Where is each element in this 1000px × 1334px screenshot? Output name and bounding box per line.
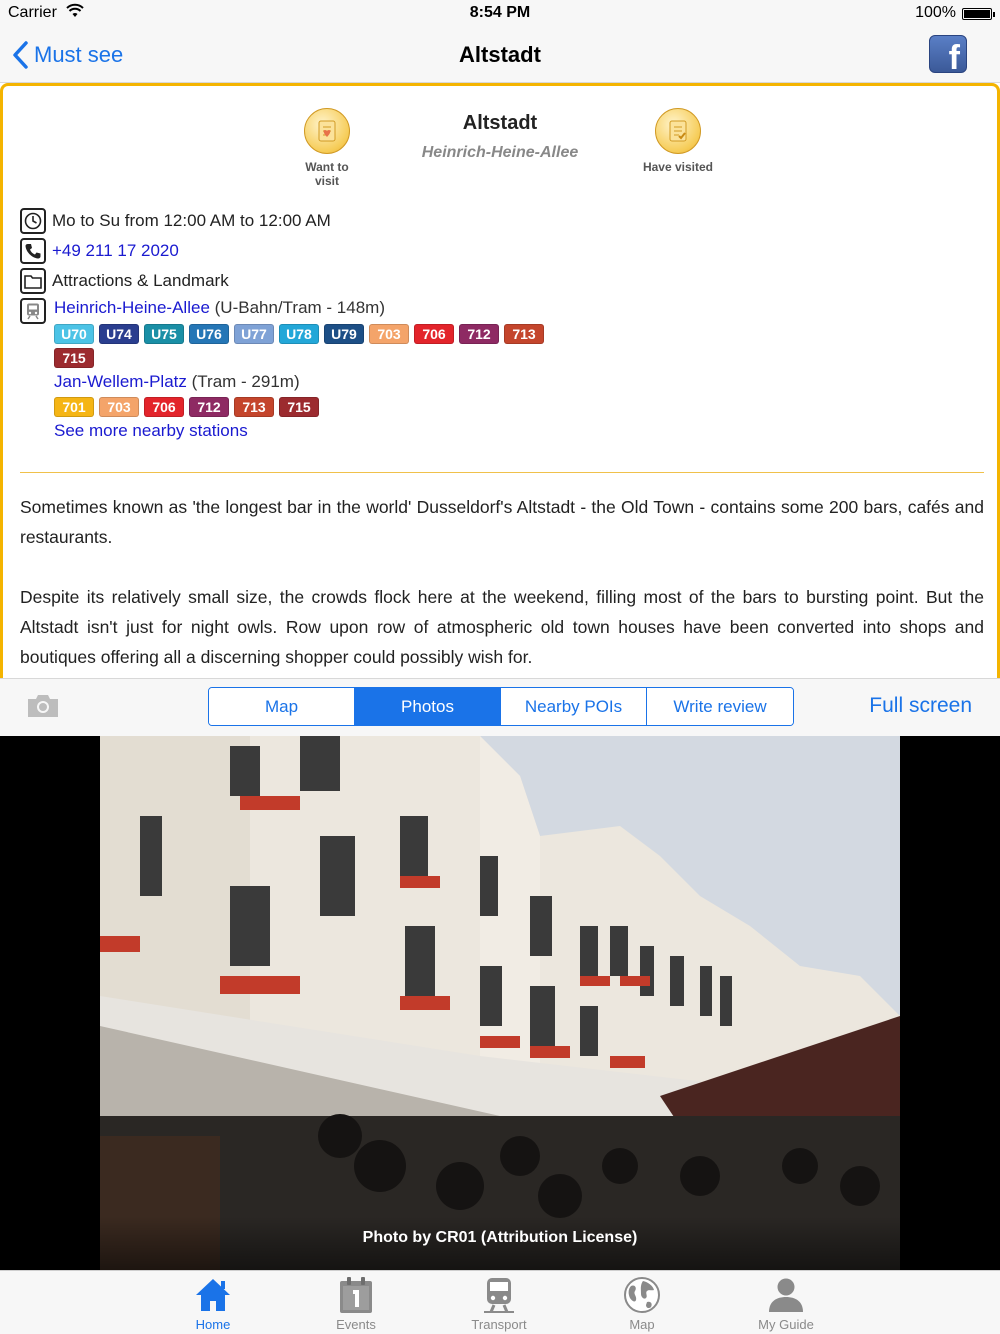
poi-detail-panel: Want to visit Altstadt Heinrich-Heine-Al… (0, 83, 1000, 678)
back-button[interactable]: Must see (12, 38, 123, 72)
home-icon (163, 1275, 263, 1315)
poi-subtitle: Heinrich-Heine-Allee (421, 144, 579, 161)
line-badges: 701 703 706 712 713 715 (54, 397, 564, 417)
station-detail: (Tram - 291m) (186, 372, 300, 391)
line-badge-715: 715 (279, 397, 319, 417)
tab-label: Home (195, 1317, 231, 1332)
visited-label: Have visited (642, 160, 714, 174)
line-badges: U70 U74 U75 U76 U77 U78 U79 703 706 712 713 715 (54, 324, 564, 368)
tab-events[interactable]: Events (306, 1275, 406, 1332)
divider (20, 472, 984, 473)
facebook-icon[interactable]: f (929, 35, 967, 73)
line-badge-u75: U75 (144, 324, 184, 344)
segment-nearby-pois[interactable]: Nearby POIs (501, 688, 647, 725)
clock-icon (20, 208, 46, 234)
tab-label: Events (336, 1317, 376, 1332)
battery-icon (962, 8, 995, 20)
phone-icon (20, 238, 46, 264)
line-badge-703: 703 (369, 324, 409, 344)
category-label: Attractions & Landmark (52, 271, 229, 290)
line-badge-712: 712 (459, 324, 499, 344)
poi-header: Want to visit Altstadt Heinrich-Heine-Al… (3, 86, 997, 196)
train-icon (449, 1275, 549, 1315)
poi-photo[interactable] (100, 736, 900, 1270)
opening-hours: Mo to Su from 12:00 AM to 12:00 AM (52, 211, 331, 230)
tab-map[interactable]: Map (592, 1275, 692, 1332)
phone-link[interactable]: +49 211 17 2020 (52, 241, 179, 261)
see-more-stations-link[interactable]: See more nearby stations (54, 421, 248, 441)
line-badge-u76: U76 (189, 324, 229, 344)
line-badge-713: 713 (504, 324, 544, 344)
status-bar: Carrier 8:54 PM 100% (0, 0, 1000, 28)
clock: 8:54 PM (469, 4, 531, 21)
photo-viewer[interactable]: Photo by CR01 (Attribution License) (0, 736, 1000, 1270)
line-badge-u74: U74 (99, 324, 139, 344)
segment-map[interactable]: Map (209, 688, 355, 725)
line-badge-706: 706 (414, 324, 454, 344)
facebook-letter: f (948, 39, 960, 73)
line-badge-u77: U77 (234, 324, 274, 344)
line-badge-701: 701 (54, 397, 94, 417)
poi-title: Altstadt (462, 112, 538, 134)
line-badge-u70: U70 (54, 324, 94, 344)
line-badge-u79: U79 (324, 324, 364, 344)
segment-write-review[interactable]: Write review (647, 688, 793, 725)
person-icon (736, 1275, 836, 1315)
segment-photos[interactable]: Photos (355, 688, 501, 725)
description-paragraph: Despite its relatively small size, the c… (20, 587, 984, 667)
phone-row[interactable]: +49 211 17 2020 (20, 238, 179, 264)
navigation-bar: Must see Altstadt f (0, 28, 1000, 83)
line-badge-712: 712 (189, 397, 229, 417)
camera-icon[interactable] (26, 693, 60, 724)
line-badge-703: 703 (99, 397, 139, 417)
full-screen-button[interactable]: Full screen (869, 694, 972, 718)
photo-caption: Photo by CR01 (Attribution License) (100, 1216, 900, 1270)
poi-description: Sometimes known as 'the longest bar in t… (20, 492, 984, 678)
bookmark-heart-icon (304, 108, 350, 154)
line-badge-713: 713 (234, 397, 274, 417)
tram-icon (20, 298, 46, 324)
line-badge-u78: U78 (279, 324, 319, 344)
media-toolbar: Map Photos Nearby POIs Write review Full… (0, 678, 1000, 736)
tab-bar: Home Events Transport Map My Guide (0, 1270, 1000, 1334)
description-paragraph: Sometimes known as 'the longest bar in t… (20, 497, 984, 547)
back-label: Must see (34, 42, 124, 67)
line-badge-706: 706 (144, 397, 184, 417)
station-heinrich-heine-allee[interactable]: Heinrich-Heine-Allee (U-Bahn/Tram - 148m… (54, 298, 385, 318)
station-name[interactable]: Jan-Wellem-Platz (54, 372, 187, 391)
line-badge-715: 715 (54, 348, 94, 368)
tab-my-guide[interactable]: My Guide (736, 1275, 836, 1332)
tab-transport[interactable]: Transport (449, 1275, 549, 1332)
tab-label: Transport (471, 1317, 527, 1332)
category-row: Attractions & Landmark (20, 268, 229, 294)
tab-home[interactable]: Home (163, 1275, 263, 1332)
want-label-line1: Want to (305, 160, 349, 174)
want-label-line2: visit (314, 174, 339, 188)
opening-hours-row: Mo to Su from 12:00 AM to 12:00 AM (20, 208, 331, 234)
chevron-left-icon (13, 41, 28, 69)
calendar-icon (306, 1275, 406, 1315)
station-jan-wellem-platz[interactable]: Jan-Wellem-Platz (Tram - 291m) (54, 372, 300, 392)
station-detail: (U-Bahn/Tram - 148m) (209, 298, 385, 317)
tab-label: Map (629, 1317, 655, 1332)
page-title: Altstadt (459, 42, 541, 67)
battery-percent: 100% (915, 4, 956, 21)
checklist-icon (655, 108, 701, 154)
folder-icon (20, 268, 46, 294)
tab-label: My Guide (758, 1317, 814, 1332)
globe-icon (592, 1275, 692, 1315)
have-visited-button[interactable]: Have visited (628, 108, 728, 174)
station-name[interactable]: Heinrich-Heine-Allee (54, 298, 210, 317)
view-segmented-control: Map Photos Nearby POIs Write review (208, 687, 794, 726)
